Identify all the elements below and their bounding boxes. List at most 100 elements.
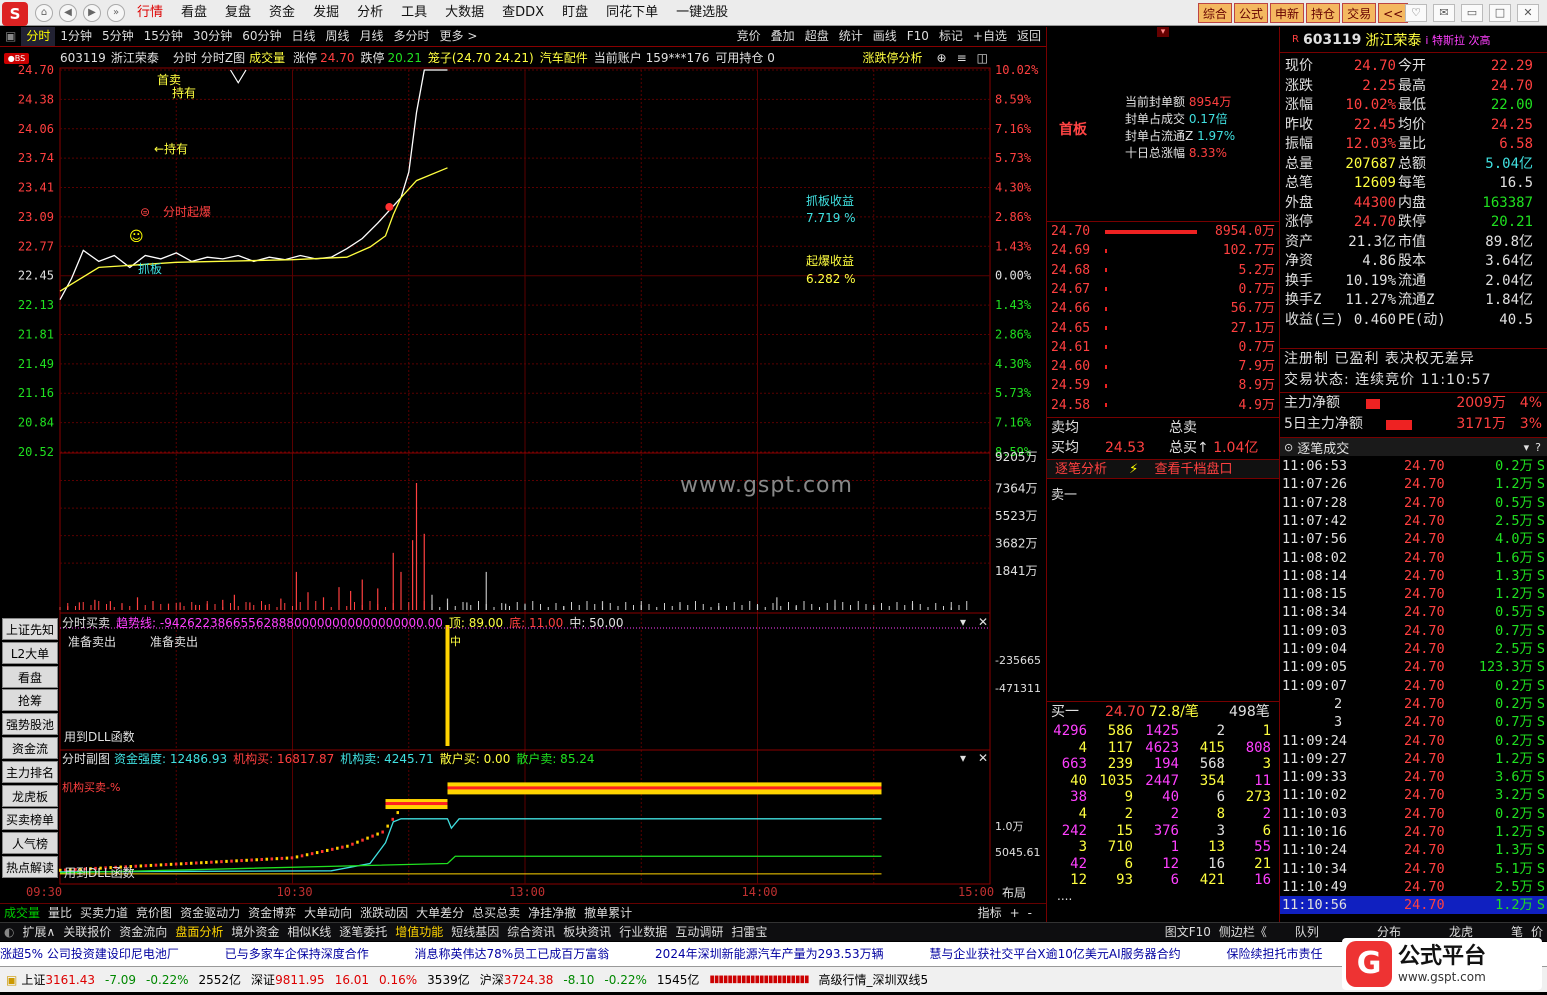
bid-level[interactable]: 24.60 7.9万 [1051, 357, 1279, 376]
news-item-4[interactable]: 慧与企业获社交平台X逾10亿美元AI服务器合约 [929, 947, 1222, 961]
ind-tab-9[interactable]: 总买总卖 [468, 904, 524, 922]
app-logo[interactable]: S [2, 1, 28, 26]
trade-row[interactable]: 2 24.70 0.2万 S [1280, 695, 1547, 713]
bid-level[interactable]: 24.58 4.9万 [1051, 396, 1279, 415]
ext-tab-8[interactable]: 短线基因 [447, 923, 503, 941]
trade-row[interactable]: 11:08:15 24.70 1.2万 S [1280, 585, 1547, 603]
menu-item-zijin[interactable]: 资金 [260, 0, 304, 26]
tf-week[interactable]: 周线 [321, 27, 355, 46]
bid-level[interactable]: 24.66 56.7万 [1051, 299, 1279, 318]
tool-tongji[interactable]: 统计 [834, 27, 868, 46]
trade-row[interactable]: 11:08:14 24.70 1.3万 S [1280, 567, 1547, 585]
panel-toggle-icon[interactable]: ▣ [0, 27, 21, 46]
menu-item-fajue[interactable]: 发掘 [304, 0, 348, 26]
bid-level[interactable]: 24.68 5.2万 [1051, 261, 1279, 280]
maximize-icon[interactable]: □ [1489, 4, 1511, 22]
menu-item-dingpan[interactable]: 盯盘 [553, 0, 597, 26]
feed-status[interactable]: 高级行情_深圳双线5 [819, 967, 929, 993]
queue-more[interactable]: .... [1057, 889, 1072, 903]
trade-row[interactable]: 11:10:03 24.70 0.2万 S [1280, 805, 1547, 823]
trade-row[interactable]: 11:09:05 24.70 123.3万 S [1280, 658, 1547, 676]
tool-huaxian[interactable]: 画线 [868, 27, 902, 46]
expand-icon[interactable]: » [107, 4, 125, 22]
left-btn-9[interactable]: 人气榜 [2, 832, 58, 855]
tool-jingjia[interactable]: 竞价 [732, 27, 766, 46]
skin-icon[interactable]: ♡ [1405, 4, 1427, 22]
ext-tab-10[interactable]: 板块资讯 [559, 923, 615, 941]
left-btn-0[interactable]: 上证先知 [2, 618, 58, 640]
trade-row[interactable]: 11:10:56 24.70 1.2万 S [1280, 896, 1547, 915]
trade-row[interactable]: 11:09:07 24.70 0.2万 S [1280, 677, 1547, 695]
tf-multi[interactable]: 多分时 [389, 27, 435, 46]
toggle-switch-icon[interactable]: ◐ [0, 923, 18, 941]
mail-icon[interactable]: ✉ [1433, 4, 1455, 22]
trade-row[interactable]: 11:09:03 24.70 0.7万 S [1280, 622, 1547, 640]
left-btn-1[interactable]: L2大单 [2, 641, 58, 664]
sub2-title[interactable]: 分时副图 [62, 750, 110, 767]
ind-tab-2[interactable]: 买卖力道 [76, 904, 132, 922]
quote-extra[interactable]: i 特斯拉 次高 [1425, 32, 1490, 48]
trade-row[interactable]: 11:07:26 24.70 1.2万 S [1280, 475, 1547, 493]
trade-row[interactable]: 11:10:49 24.70 2.5万 S [1280, 878, 1547, 896]
ext-tab-7[interactable]: 增值功能 [391, 923, 447, 941]
trade-row[interactable]: 11:10:02 24.70 3.2万 S [1280, 786, 1547, 804]
tf-1min[interactable]: 1分钟 [55, 27, 97, 46]
ind-tab-10[interactable]: 净挂净撤 [524, 904, 580, 922]
menu-item-fupan[interactable]: 复盘 [216, 0, 260, 26]
sz-label[interactable]: 深证 [251, 967, 275, 993]
tab-shenxin[interactable]: 申新 [1270, 3, 1305, 23]
tool-diejia[interactable]: 叠加 [766, 27, 800, 46]
collapse-icon[interactable]: ▾ [1157, 27, 1169, 37]
bs-badge[interactable]: ●BS [4, 53, 29, 64]
ext-tab-5[interactable]: 相似K线 [283, 923, 335, 941]
hs-label[interactable]: 沪深 [480, 967, 504, 993]
menu-item-hangqing[interactable]: 行情 [128, 0, 172, 26]
ext-tab-3[interactable]: 盘面分析 [171, 923, 227, 941]
menu-item-xuangu[interactable]: 一键选股 [667, 0, 737, 26]
left-btn-5[interactable]: 资金流 [2, 736, 58, 759]
minimize-icon[interactable]: ▭ [1461, 4, 1483, 22]
trade-row[interactable]: 11:06:53 24.70 0.2万 S [1280, 457, 1547, 475]
ind-tab-1[interactable]: 量比 [44, 904, 76, 922]
ext-tab-9[interactable]: 综合资讯 [503, 923, 559, 941]
menu-item-dashuju[interactable]: 大数据 [436, 0, 493, 26]
trade-row[interactable]: 11:07:42 24.70 2.5万 S [1280, 512, 1547, 530]
intraday-chart[interactable]: 24.70 24.38 24.06 23.74 23.41 23.09 22.77 22.45… [0, 48, 1046, 903]
bid-level[interactable]: 24.67 0.7万 [1051, 280, 1279, 299]
home-icon[interactable]: ⌂ [35, 4, 53, 22]
news-item-3[interactable]: 2024年深圳新能源汽车产量为293.53万辆 [655, 947, 926, 961]
news-item-2[interactable]: 消息称英伟达78%员工已成百万富翁 [415, 947, 652, 961]
left-btn-7[interactable]: 龙虎板 [2, 784, 58, 807]
menu-item-kanpan[interactable]: 看盘 [172, 0, 216, 26]
menu-item-fenxi[interactable]: 分析 [348, 0, 392, 26]
trade-row[interactable]: 3 24.70 0.7万 S [1280, 713, 1547, 731]
tool-add-watch[interactable]: +自选 [968, 27, 1012, 46]
left-btn-4[interactable]: 强势股池 [2, 713, 58, 736]
news-ticker[interactable]: 涨超5% 公司投资建设印尼电池厂 已与多家车企保持深度合作 消息称英伟达78%员… [0, 942, 1547, 966]
bid-level[interactable]: 24.61 0.7万 [1051, 338, 1279, 357]
trade-row[interactable]: 11:09:27 24.70 1.2万 S [1280, 750, 1547, 768]
tab-jiaoyi[interactable]: 交易 [1342, 3, 1377, 23]
ext-tab-0[interactable]: 扩展∧ [18, 923, 59, 941]
tf-month[interactable]: 月线 [355, 27, 389, 46]
ext-tab-6[interactable]: 逐笔委托 [335, 923, 391, 941]
trade-row[interactable]: 11:10:34 24.70 5.1万 S [1280, 860, 1547, 878]
depth-link[interactable]: 查看千档盘口 [1154, 462, 1232, 477]
close-icon[interactable]: ✕ [1517, 4, 1539, 22]
menu-item-xiadan[interactable]: 同花下单 [597, 0, 667, 26]
trade-row[interactable]: 11:07:56 24.70 4.0万 S [1280, 530, 1547, 548]
left-btn-8[interactable]: 买卖榜单 [2, 808, 58, 831]
ticker-collapse-icon[interactable]: ⊙ [1284, 441, 1293, 454]
bid-level[interactable]: 24.70 8954.0万 [1051, 222, 1279, 241]
ind-btn-indicator[interactable]: 指标 [974, 904, 1006, 922]
sub1-dropdown-icon[interactable]: ▾ [960, 615, 966, 629]
left-btn-6[interactable]: 主力排名 [2, 760, 58, 783]
trade-row[interactable]: 11:07:28 24.70 0.5万 S [1280, 494, 1547, 512]
tab-gongshi[interactable]: 公式 [1234, 3, 1269, 23]
ext-tab-13[interactable]: 扫雷宝 [727, 923, 771, 941]
ind-btn-minus[interactable]: - [1024, 904, 1036, 922]
news-item-1[interactable]: 已与多家车企保持深度合作 [225, 947, 411, 961]
trade-row[interactable]: 11:09:24 24.70 0.2万 S [1280, 732, 1547, 750]
trade-row[interactable]: 11:09:33 24.70 3.6万 S [1280, 768, 1547, 786]
tf-15min[interactable]: 15分钟 [139, 27, 188, 46]
